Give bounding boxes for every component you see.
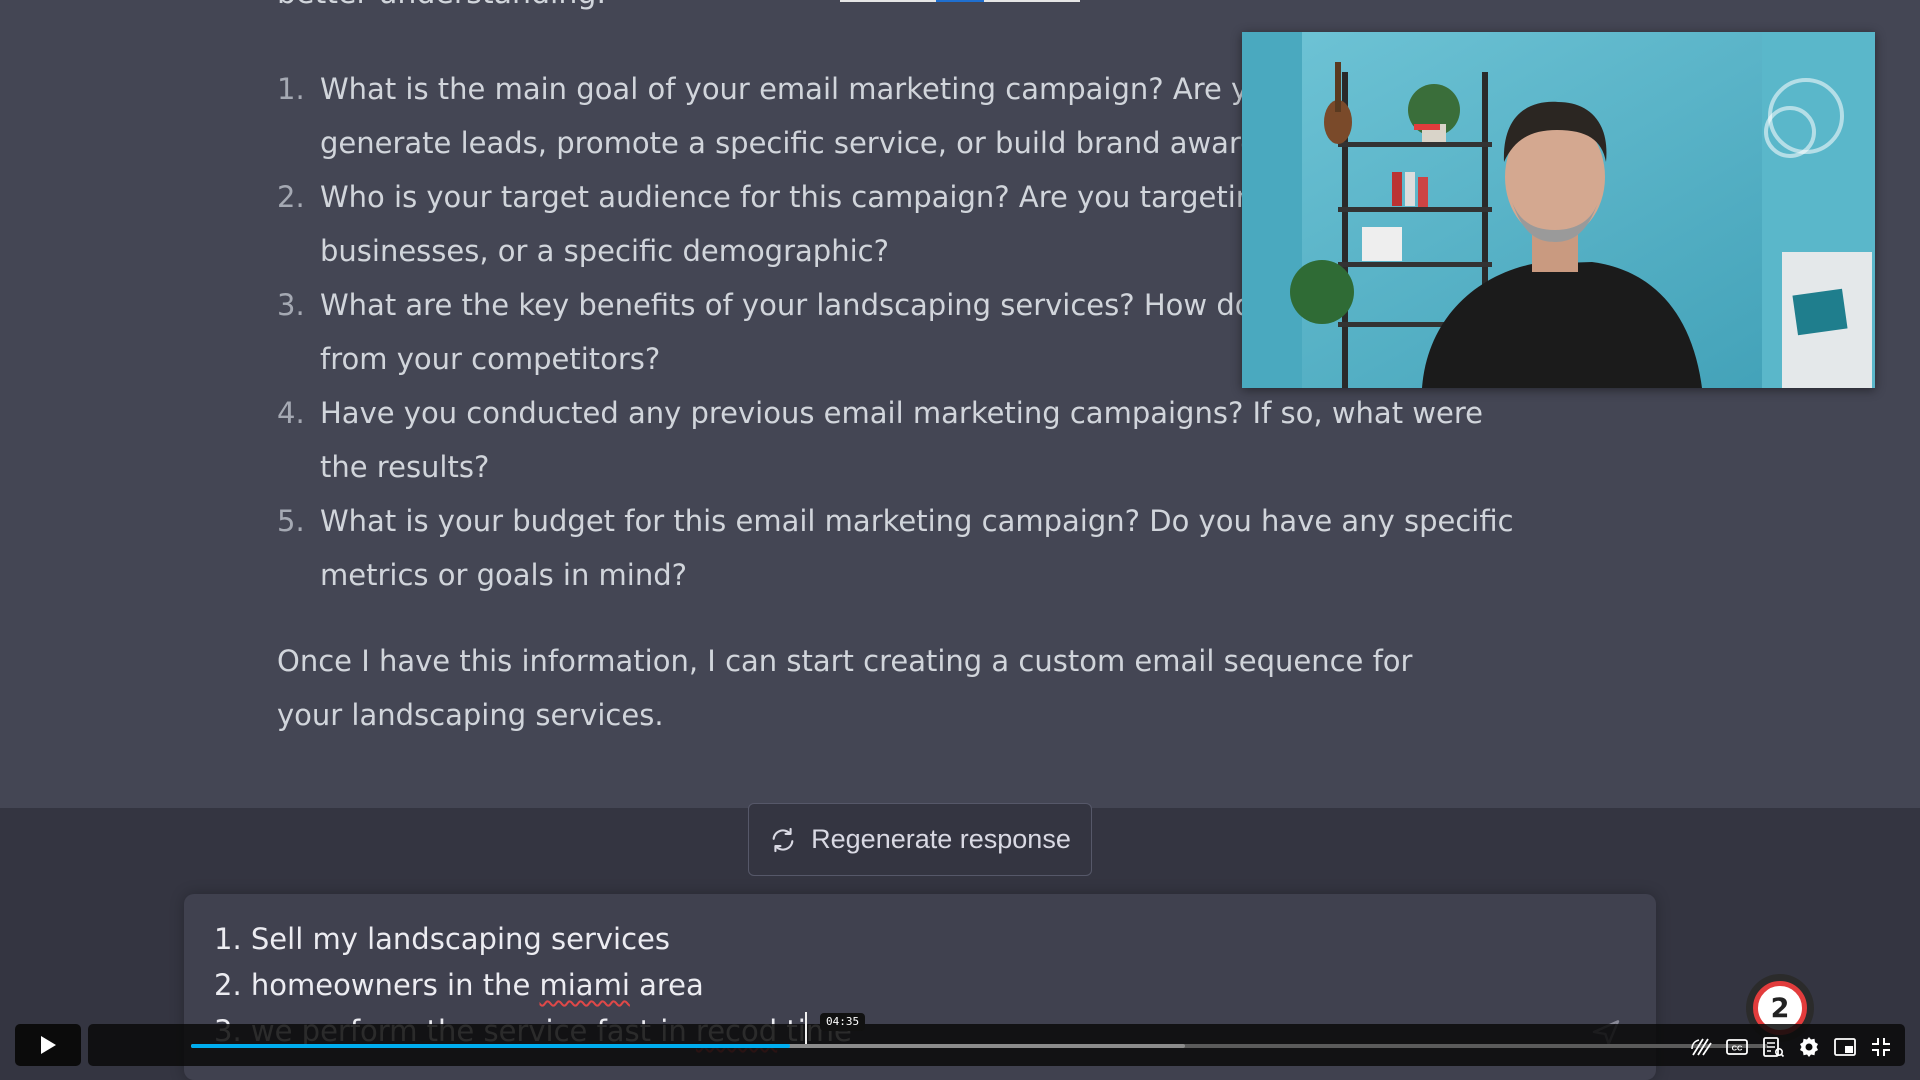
closing-paragraph: Once I have this information, I can star… — [277, 644, 1413, 732]
input-line: 2. homeowners in the miami area — [214, 968, 704, 1002]
regenerate-response-button[interactable]: Regenerate response — [748, 803, 1092, 876]
exit-fullscreen-icon[interactable] — [1869, 1035, 1893, 1059]
presenter-video — [1242, 32, 1875, 388]
list-number: 3. — [277, 288, 305, 322]
picture-in-picture-icon[interactable] — [1833, 1035, 1857, 1059]
svg-text:CC: CC — [1732, 1044, 1743, 1053]
list-number: 4. — [277, 396, 305, 430]
refresh-icon — [772, 827, 794, 852]
play-button[interactable] — [15, 1024, 81, 1066]
timestamp-tooltip: 04:35 — [820, 1013, 866, 1031]
transcript-icon[interactable] — [1761, 1035, 1785, 1059]
scrub-marker — [805, 1012, 807, 1044]
list-number: 1. — [277, 72, 305, 106]
cut-off-text: better understanding. — [277, 0, 606, 11]
play-icon — [41, 1036, 56, 1054]
link-underline-highlight — [936, 0, 984, 2]
list-text: Have you conducted any previous email ma… — [320, 396, 1483, 484]
list-text: What is your budget for this email marke… — [320, 504, 1514, 592]
speed-icon[interactable] — [1689, 1035, 1713, 1059]
link-underline — [984, 0, 1080, 2]
progress-track[interactable] — [191, 1044, 1768, 1048]
webcam-overlay — [1242, 32, 1875, 388]
regenerate-label: Regenerate response — [811, 824, 1071, 854]
played-bar — [191, 1044, 791, 1048]
link-underline — [840, 0, 936, 2]
settings-icon[interactable] — [1797, 1035, 1821, 1059]
captions-icon[interactable]: CC — [1725, 1035, 1749, 1059]
misspelled-word: miami — [539, 968, 630, 1002]
list-item: 4. Have you conducted any previous email… — [277, 386, 1557, 494]
list-number: 5. — [277, 504, 305, 538]
list-item: 5. What is your budget for this email ma… — [277, 494, 1557, 602]
controls-bar: CC — [88, 1024, 1905, 1066]
input-line: 1. Sell my landscaping services — [214, 922, 670, 956]
video-controls: CC — [0, 1022, 1920, 1068]
list-number: 2. — [277, 180, 305, 214]
